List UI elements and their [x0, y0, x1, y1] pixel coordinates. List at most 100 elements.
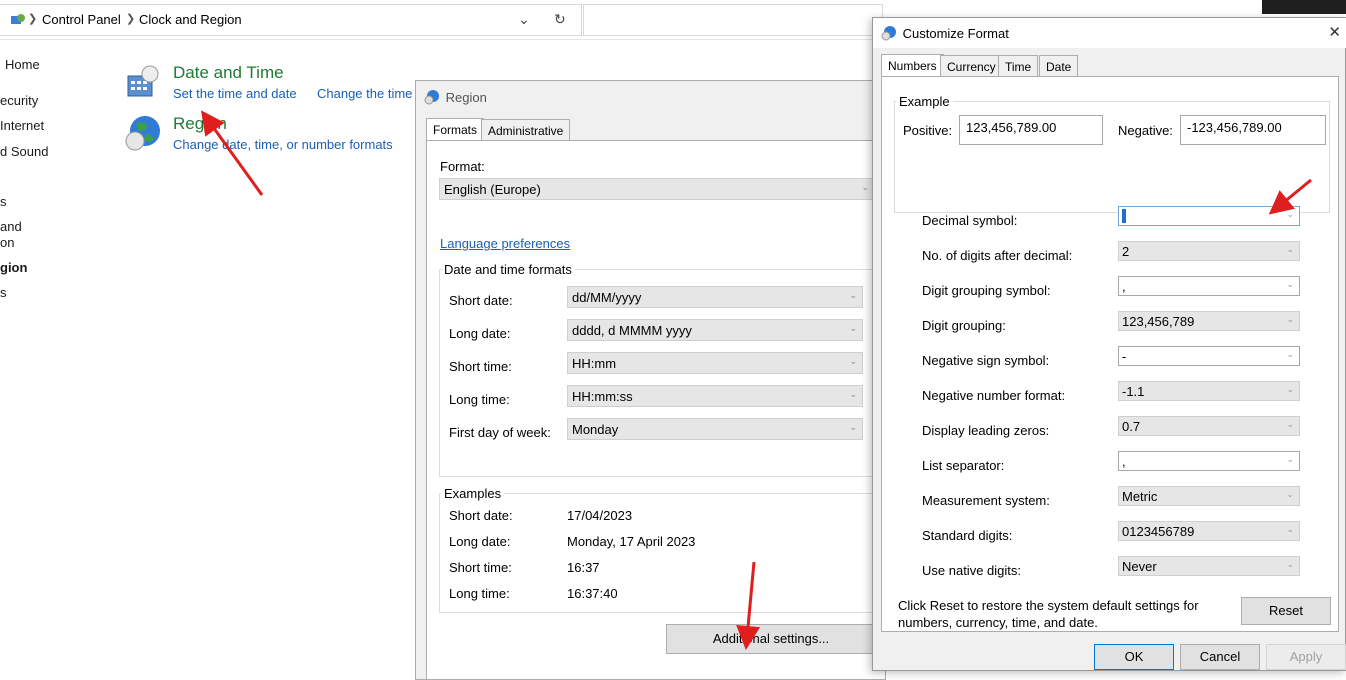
example-short-time-value: 16:37: [567, 560, 600, 575]
sidebar-item-ease-2[interactable]: on: [0, 235, 14, 250]
customize-format-dialog: Customize Format ✕ Numbers Currency Time…: [872, 17, 1346, 671]
chevron-down-icon: ⌄: [1286, 419, 1294, 429]
chevron-down-icon: ⌄: [1286, 454, 1294, 464]
example-label: Example: [896, 94, 953, 109]
sidebar-item-appearance[interactable]: s: [0, 285, 7, 300]
chevron-down-icon: ⌄: [1286, 244, 1294, 254]
chevron-down-icon: ⌄: [1286, 314, 1294, 324]
additional-settings-button[interactable]: Additional settings...: [666, 624, 876, 654]
leading-zeros-select[interactable]: 0.7 ⌄: [1118, 416, 1300, 436]
reset-button[interactable]: Reset: [1241, 597, 1331, 625]
first-day-label: First day of week:: [449, 425, 551, 440]
long-time-value: HH:mm:ss: [572, 389, 633, 404]
globe-icon: [424, 90, 439, 105]
sidebar-item-internet[interactable]: Internet: [0, 118, 44, 133]
long-time-select[interactable]: HH:mm:ss ⌄: [567, 385, 863, 407]
native-digits-select[interactable]: Never ⌄: [1118, 556, 1300, 576]
sidebar-item-programs[interactable]: s: [0, 194, 7, 209]
long-date-select[interactable]: dddd, d MMMM yyyy ⌄: [567, 319, 863, 341]
search-input[interactable]: [583, 4, 883, 36]
digits-after-decimal-select[interactable]: 2 ⌄: [1118, 241, 1300, 261]
example-long-time-label: Long time:: [449, 586, 510, 601]
region-title[interactable]: Region: [173, 114, 227, 134]
language-preferences-link[interactable]: Language preferences: [440, 236, 570, 251]
breadcrumb-clock-region[interactable]: Clock and Region: [139, 12, 242, 27]
negative-number-format-label: Negative number format:: [922, 388, 1066, 403]
chevron-down-icon: ⌄: [1286, 349, 1294, 359]
region-dialog-title-text: Region: [445, 90, 487, 105]
digit-grouping-label: Digit grouping:: [922, 318, 1006, 333]
digits-after-decimal-label: No. of digits after decimal:: [922, 248, 1073, 263]
date-time-title[interactable]: Date and Time: [173, 63, 284, 83]
positive-example-field: 123,456,789.00: [959, 115, 1103, 145]
change-formats-link[interactable]: Change date, time, or number formats: [173, 137, 393, 152]
cancel-button[interactable]: Cancel: [1180, 644, 1260, 670]
format-value: English (Europe): [444, 182, 541, 197]
control-panel-icon: [11, 14, 25, 24]
sidebar-item-clock-region[interactable]: gion: [0, 260, 27, 275]
tab-numbers[interactable]: Numbers: [881, 54, 944, 78]
chevron-down-icon: ⌄: [1286, 209, 1294, 219]
set-time-link[interactable]: Set the time and date: [173, 86, 297, 101]
sidebar-item-ease[interactable]: and: [0, 219, 22, 234]
measurement-system-select[interactable]: Metric ⌄: [1118, 486, 1300, 506]
standard-digits-select[interactable]: 0123456789 ⌄: [1118, 521, 1300, 541]
digit-grouping-symbol-select[interactable]: , ⌄: [1118, 276, 1300, 296]
tab-formats[interactable]: Formats: [426, 118, 485, 142]
long-date-label: Long date:: [449, 326, 511, 341]
digit-grouping-select[interactable]: 123,456,789 ⌄: [1118, 311, 1300, 331]
short-date-value: dd/MM/yyyy: [572, 290, 642, 305]
digit-grouping-symbol-value: ,: [1122, 279, 1126, 294]
close-icon[interactable]: ✕: [1328, 23, 1341, 41]
digit-grouping-symbol-label: Digit grouping symbol:: [922, 283, 1051, 298]
negative-number-format-select[interactable]: -1.1 ⌄: [1118, 381, 1300, 401]
negative-sign-value: -: [1122, 349, 1127, 364]
ok-button[interactable]: OK: [1094, 644, 1174, 670]
tab-time[interactable]: Time: [998, 55, 1039, 77]
sidebar-item-security[interactable]: ecurity: [0, 93, 38, 108]
decimal-symbol-select[interactable]: ⌄: [1118, 206, 1300, 226]
negative-label: Negative:: [1118, 123, 1173, 138]
tab-currency[interactable]: Currency: [940, 55, 1003, 77]
short-time-value: HH:mm: [572, 356, 617, 371]
example-short-date-value: 17/04/2023: [567, 508, 633, 523]
window-edge: [1262, 0, 1346, 14]
digits-after-decimal-value: 2: [1122, 244, 1130, 259]
breadcrumb-separator: ❯: [28, 13, 38, 25]
short-time-select[interactable]: HH:mm ⌄: [567, 352, 863, 374]
chevron-down-icon: ⌄: [849, 422, 857, 432]
list-separator-select[interactable]: , ⌄: [1118, 451, 1300, 471]
first-day-value: Monday: [572, 422, 619, 437]
breadcrumb-control-panel[interactable]: Control Panel: [42, 12, 121, 27]
sidebar-item-home[interactable]: Home: [5, 57, 40, 72]
format-label: Format:: [440, 159, 485, 174]
digit-grouping-value: 123,456,789: [1122, 314, 1195, 329]
negative-sign-label: Negative sign symbol:: [922, 353, 1050, 368]
tab-administrative[interactable]: Administrative: [481, 119, 571, 141]
tab-date[interactable]: Date: [1039, 55, 1079, 77]
first-day-select[interactable]: Monday ⌄: [567, 418, 863, 440]
negative-example-field: -123,456,789.00: [1180, 115, 1326, 145]
short-time-label: Short time:: [449, 359, 512, 374]
example-short-date-label: Short date:: [449, 508, 513, 523]
refresh-icon[interactable]: ↻: [554, 11, 566, 28]
positive-label: Positive:: [903, 123, 953, 138]
change-time-link[interactable]: Change the time: [317, 86, 412, 101]
leading-zeros-value: 0.7: [1122, 419, 1141, 434]
date-time-formats-label: Date and time formats: [441, 262, 575, 277]
negative-sign-select[interactable]: - ⌄: [1118, 346, 1300, 366]
format-select[interactable]: English (Europe) ⌄: [439, 178, 875, 200]
chevron-down-icon: ⌄: [1286, 559, 1294, 569]
chevron-down-icon[interactable]: ⌄: [518, 11, 530, 28]
chevron-down-icon: ⌄: [1286, 384, 1294, 394]
measurement-system-value: Metric: [1122, 489, 1158, 504]
short-date-select[interactable]: dd/MM/yyyy ⌄: [567, 286, 863, 308]
breadcrumb[interactable]: ❯ Control Panel ❯ Clock and Region ⌄ ↻: [0, 4, 582, 36]
example-long-date-label: Long date:: [449, 534, 511, 549]
globe-icon: [881, 26, 896, 41]
chevron-down-icon: ⌄: [1286, 489, 1294, 499]
sidebar-item-sound[interactable]: d Sound: [0, 144, 48, 159]
chevron-down-icon: ⌄: [849, 389, 857, 399]
apply-button[interactable]: Apply: [1266, 644, 1346, 670]
example-short-time-label: Short time:: [449, 560, 512, 575]
